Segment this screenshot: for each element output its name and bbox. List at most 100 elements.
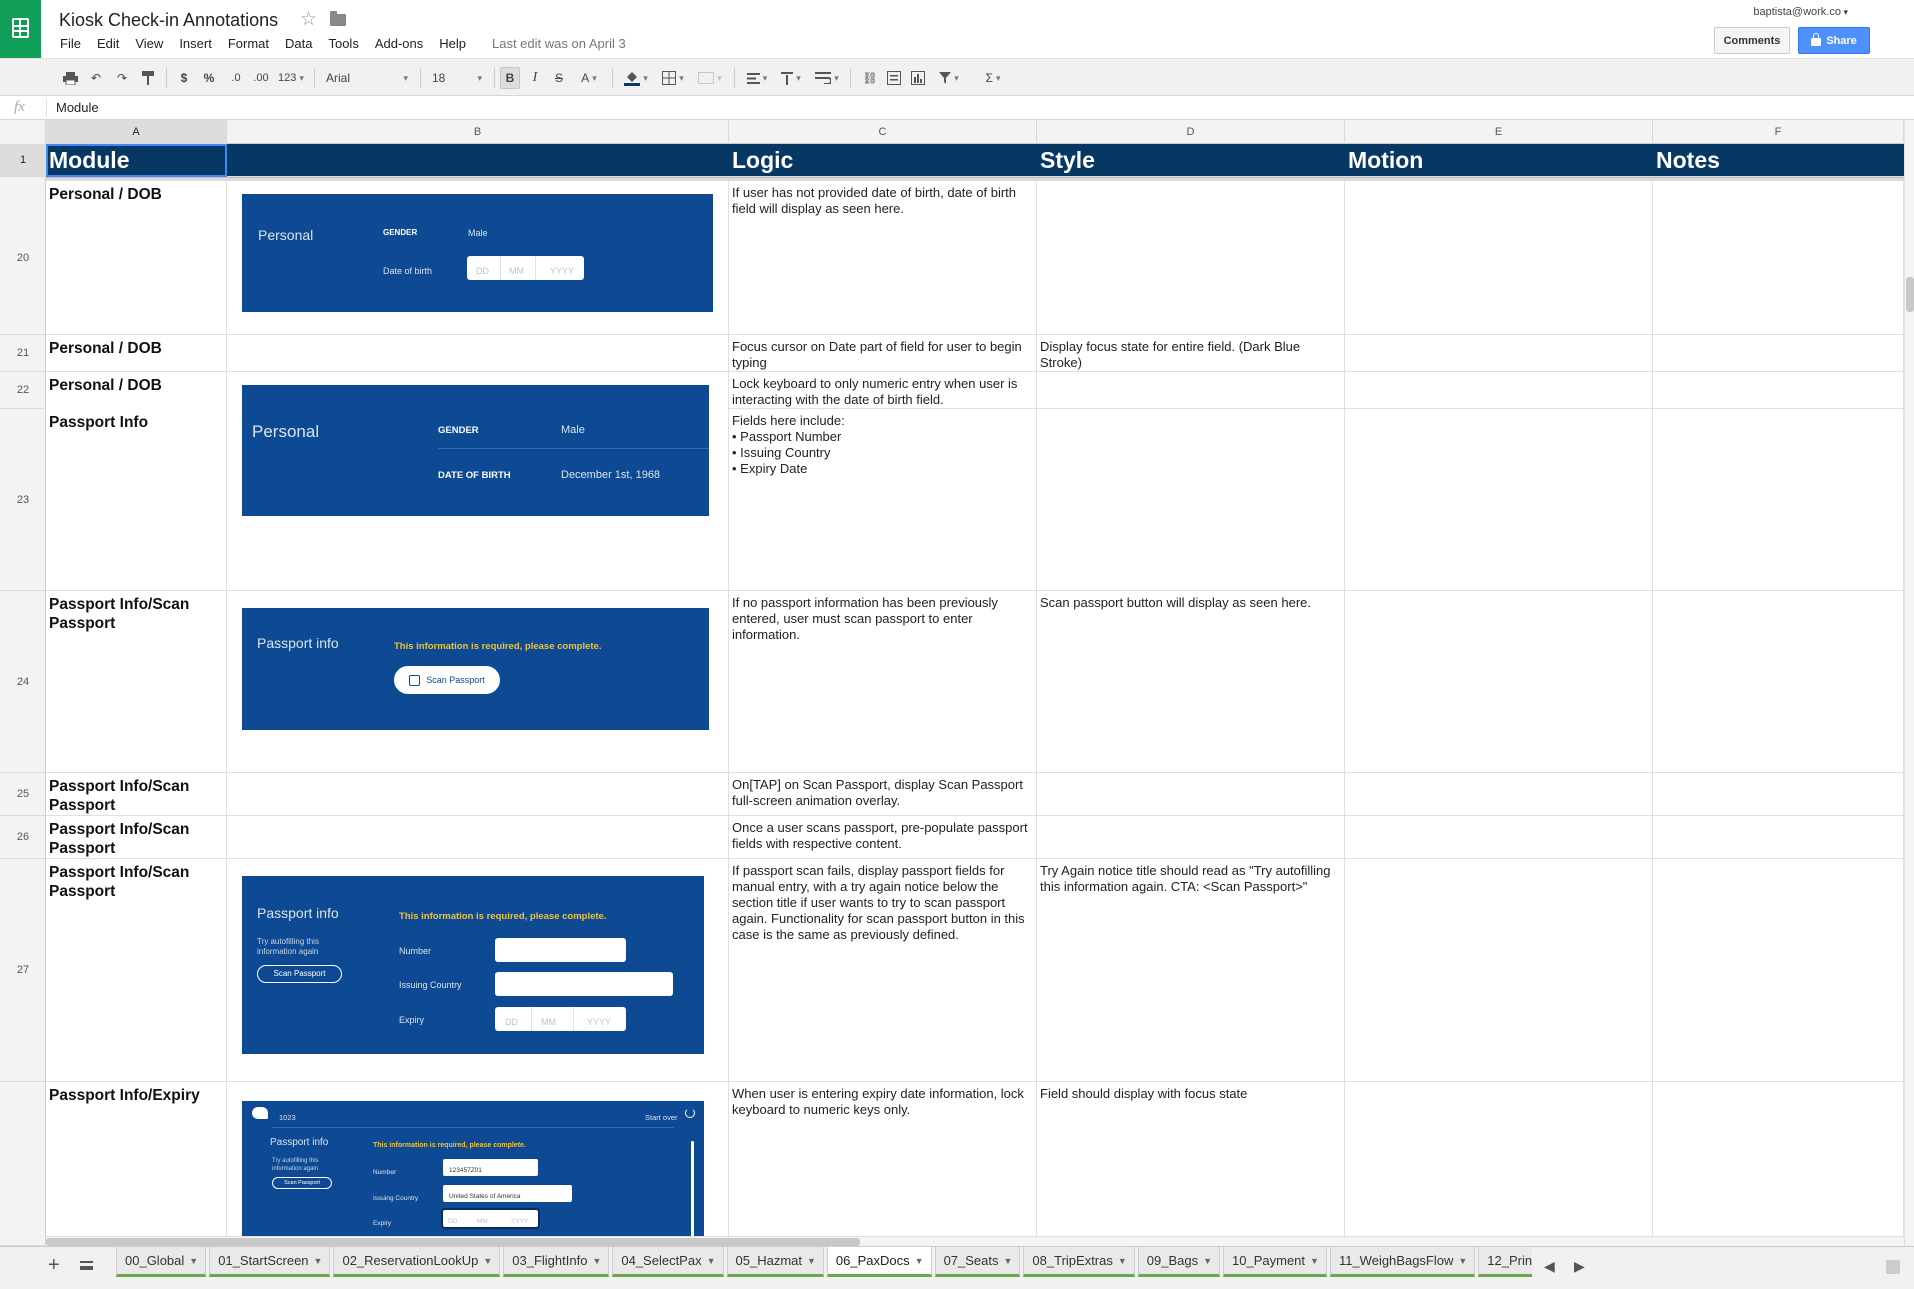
motion-cell[interactable] xyxy=(1345,1082,1653,1246)
add-sheet-icon[interactable]: + xyxy=(48,1254,60,1277)
notes-cell[interactable] xyxy=(1653,409,1904,590)
sheet-tab[interactable]: 11_WeighBagsFlow ▼ xyxy=(1329,1247,1476,1277)
increase-decimals-button[interactable]: .00 xyxy=(250,67,272,89)
column-header-d[interactable]: D xyxy=(1037,120,1345,144)
chevron-down-icon[interactable]: ▼ xyxy=(1310,1256,1319,1266)
undo-icon[interactable]: ↶ xyxy=(86,67,106,89)
row-header[interactable]: 24 xyxy=(0,591,46,773)
explore-icon[interactable] xyxy=(1886,1260,1900,1274)
scroll-tabs-left-icon[interactable]: ◀ xyxy=(1544,1258,1555,1275)
menu-addons[interactable]: Add-ons xyxy=(375,36,423,51)
row-header[interactable]: 20 xyxy=(0,181,46,335)
share-button[interactable]: Share xyxy=(1798,27,1870,54)
style-cell[interactable]: Display focus state for entire field. (D… xyxy=(1037,335,1345,371)
print-icon[interactable] xyxy=(60,67,80,89)
user-account[interactable]: baptista@work.co xyxy=(1753,6,1848,18)
vertical-scrollbar[interactable] xyxy=(1904,120,1914,1246)
row-header[interactable]: 26 xyxy=(0,816,46,859)
notes-cell[interactable] xyxy=(1653,335,1904,371)
formula-input[interactable]: Module xyxy=(56,100,99,115)
row-header[interactable]: 25 xyxy=(0,773,46,816)
sheet-tab[interactable]: 03_FlightInfo ▼ xyxy=(503,1247,610,1277)
bold-button[interactable]: B xyxy=(500,67,520,89)
vertical-scroll-thumb[interactable] xyxy=(1906,277,1914,312)
header-cell-module[interactable]: Module xyxy=(46,144,227,176)
menu-format[interactable]: Format xyxy=(228,36,269,51)
row-header[interactable]: 22 xyxy=(0,372,46,409)
menu-view[interactable]: View xyxy=(135,36,163,51)
chevron-down-icon[interactable]: ▼ xyxy=(1458,1256,1467,1266)
chevron-down-icon[interactable]: ▼ xyxy=(1004,1256,1013,1266)
menu-tools[interactable]: Tools xyxy=(328,36,358,51)
logic-cell[interactable]: Lock keyboard to only numeric entry when… xyxy=(729,372,1037,409)
font-family-select[interactable]: Arial ▾ xyxy=(322,67,412,89)
motion-cell[interactable] xyxy=(1345,859,1653,1081)
notes-cell[interactable] xyxy=(1653,773,1904,815)
sheet-tab[interactable]: 04_SelectPax ▼ xyxy=(612,1247,724,1277)
italic-button[interactable]: I xyxy=(526,67,544,89)
module-cell[interactable]: Passport Info/Scan Passport xyxy=(46,591,227,772)
notes-cell[interactable] xyxy=(1653,181,1904,334)
insert-link-icon[interactable]: ⛓ xyxy=(860,67,880,89)
image-cell[interactable]: Passport info This information is requir… xyxy=(227,591,729,772)
folder-icon[interactable] xyxy=(330,11,346,26)
scroll-tabs-right-icon[interactable]: ▶ xyxy=(1574,1258,1585,1275)
motion-cell[interactable] xyxy=(1345,335,1653,371)
notes-cell[interactable] xyxy=(1653,372,1904,409)
chevron-down-icon[interactable]: ▼ xyxy=(707,1256,716,1266)
document-title[interactable]: Kiosk Check-in Annotations xyxy=(59,10,278,31)
currency-format-button[interactable]: $ xyxy=(176,67,192,89)
fill-color-button[interactable]: ▾ xyxy=(620,67,652,89)
redo-icon[interactable]: ↷ xyxy=(112,67,132,89)
paint-format-icon[interactable] xyxy=(138,67,158,89)
select-all-corner[interactable] xyxy=(0,120,46,144)
logic-cell[interactable]: Focus cursor on Date part of field for u… xyxy=(729,335,1037,371)
style-cell[interactable]: Scan passport button will display as see… xyxy=(1037,591,1345,772)
motion-cell[interactable] xyxy=(1345,591,1653,772)
logic-cell[interactable]: On[TAP] on Scan Passport, display Scan P… xyxy=(729,773,1037,815)
row-header[interactable]: 1 xyxy=(0,144,46,177)
notes-cell[interactable] xyxy=(1653,591,1904,772)
sheet-tab-active[interactable]: 06_PaxDocs ▼ xyxy=(826,1247,932,1277)
chevron-down-icon[interactable]: ▼ xyxy=(1118,1256,1127,1266)
horizontal-scroll-thumb[interactable] xyxy=(46,1238,860,1246)
image-cell[interactable]: Personal GENDER Male Date of birth DD MM… xyxy=(227,181,729,334)
all-sheets-menu-icon[interactable] xyxy=(80,1261,93,1270)
header-cell-style[interactable]: Style xyxy=(1037,144,1345,176)
header-cell-motion[interactable]: Motion xyxy=(1345,144,1653,176)
module-cell[interactable]: Passport Info/Scan Passport xyxy=(46,816,227,858)
notes-cell[interactable] xyxy=(1653,816,1904,858)
image-cell[interactable] xyxy=(227,773,729,815)
header-cell-notes[interactable]: Notes xyxy=(1653,144,1904,176)
motion-cell[interactable] xyxy=(1345,372,1653,409)
column-header-c[interactable]: C xyxy=(729,120,1037,144)
column-header-e[interactable]: E xyxy=(1345,120,1653,144)
chevron-down-icon[interactable]: ▼ xyxy=(915,1256,924,1266)
row-header[interactable]: 27 xyxy=(0,859,46,1082)
module-cell[interactable]: Passport Info/Scan Passport xyxy=(46,859,227,1081)
chevron-down-icon[interactable]: ▼ xyxy=(1203,1256,1212,1266)
menu-help[interactable]: Help xyxy=(439,36,466,51)
row-header[interactable]: 23 xyxy=(0,409,46,591)
motion-cell[interactable] xyxy=(1345,409,1653,590)
menu-insert[interactable]: Insert xyxy=(179,36,212,51)
percent-format-button[interactable]: % xyxy=(200,67,218,89)
module-cell[interactable]: Passport Info/Expiry xyxy=(46,1082,227,1246)
chevron-down-icon[interactable]: ▼ xyxy=(483,1256,492,1266)
sheet-tab[interactable]: 05_Hazmat ▼ xyxy=(726,1247,824,1277)
menu-data[interactable]: Data xyxy=(285,36,312,51)
sheet-tab[interactable]: 02_ReservationLookUp ▼ xyxy=(333,1247,501,1277)
notes-cell[interactable] xyxy=(1653,859,1904,1081)
column-header-b[interactable]: B xyxy=(227,120,729,144)
sheet-tab[interactable]: 00_Global ▼ xyxy=(116,1247,207,1277)
horizontal-align-button[interactable]: ▾ xyxy=(742,67,772,89)
style-cell[interactable] xyxy=(1037,816,1345,858)
sheet-tab[interactable]: 07_Seats ▼ xyxy=(934,1247,1021,1277)
menu-file[interactable]: File xyxy=(60,36,81,51)
logic-cell[interactable]: If no passport information has been prev… xyxy=(729,591,1037,772)
logic-cell[interactable]: Fields here include: • Passport Number •… xyxy=(729,409,1037,590)
notes-cell[interactable] xyxy=(1653,1082,1904,1246)
sheet-tab[interactable]: 12_PrintPass xyxy=(1478,1247,1532,1277)
text-wrap-button[interactable]: ▾ xyxy=(810,67,844,89)
sheet-tab[interactable]: 09_Bags ▼ xyxy=(1137,1247,1221,1277)
